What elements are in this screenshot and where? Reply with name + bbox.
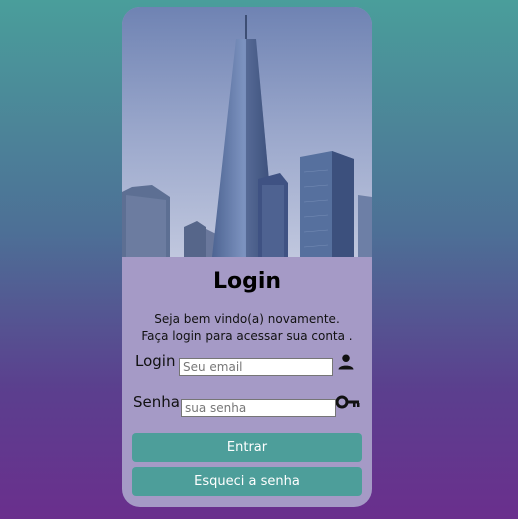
- login-button[interactable]: Entrar: [132, 433, 362, 462]
- login-form: Login Seja bem vindo(a) novamente. Faça …: [122, 257, 372, 507]
- email-label: Login: [135, 352, 176, 370]
- password-field[interactable]: [181, 399, 336, 417]
- password-label: Senha: [133, 393, 180, 411]
- skyline-image: [122, 7, 372, 257]
- forgot-password-button[interactable]: Esqueci a senha: [132, 467, 362, 496]
- person-icon: [338, 354, 354, 370]
- welcome-text: Seja bem vindo(a) novamente. Faça login …: [141, 312, 353, 343]
- page-title: Login: [212, 269, 282, 294]
- key-icon: [336, 395, 360, 409]
- login-card: Login Seja bem vindo(a) novamente. Faça …: [122, 7, 372, 507]
- email-field[interactable]: [179, 358, 333, 376]
